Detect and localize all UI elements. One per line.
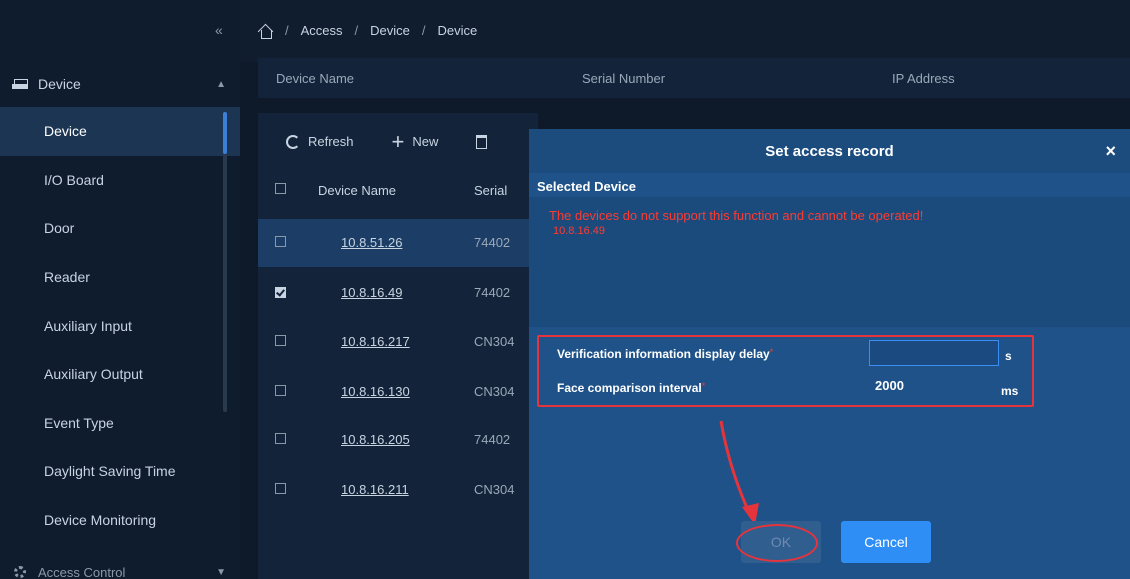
table-toolbar: Refresh + New bbox=[286, 128, 488, 154]
chevron-up-icon: ▲ bbox=[216, 78, 226, 90]
new-button[interactable]: + New bbox=[391, 128, 439, 154]
sidebar-item-device[interactable]: Device bbox=[0, 107, 240, 156]
sidebar-item-auxiliary-input[interactable]: Auxiliary Input bbox=[0, 301, 240, 350]
face-interval-value[interactable]: 2000 bbox=[875, 378, 904, 393]
error-device-ip: 10.8.16.49 bbox=[553, 225, 605, 237]
set-access-record-dialog: Set access record × Selected Device The … bbox=[529, 129, 1130, 579]
sidebar-item-reader[interactable]: Reader bbox=[0, 253, 240, 302]
gear-icon bbox=[14, 566, 26, 578]
serial-cell: 74402 bbox=[474, 432, 511, 447]
interval-label-text: Face comparison interval bbox=[557, 381, 702, 395]
interval-field-label: Face comparison interval* bbox=[557, 381, 705, 395]
table-row[interactable]: 10.8.16.211 CN304 bbox=[258, 466, 538, 514]
breadcrumb-item-access[interactable]: Access bbox=[301, 23, 343, 38]
scrollbar-thumb[interactable] bbox=[223, 112, 227, 154]
device-name-link[interactable]: 10.8.51.26 bbox=[341, 235, 402, 250]
table-row[interactable]: 10.8.16.217 CN304 bbox=[258, 318, 538, 366]
breadcrumb: / Access / Device / Device bbox=[258, 23, 478, 39]
breadcrumb-separator: / bbox=[354, 23, 359, 38]
device-name-link[interactable]: 10.8.16.211 bbox=[341, 482, 409, 497]
refresh-button[interactable]: Refresh bbox=[286, 134, 354, 149]
sidebar-group-label: Device bbox=[38, 76, 81, 92]
column-device-name[interactable]: Device Name bbox=[318, 183, 396, 198]
sidebar-nav: Device I/O Board Door Reader Auxiliary I… bbox=[0, 107, 240, 544]
sidebar-group2-label: Access Control bbox=[38, 564, 126, 579]
row-checkbox[interactable] bbox=[275, 335, 286, 346]
row-checkbox[interactable] bbox=[275, 483, 286, 494]
refresh-icon bbox=[286, 134, 300, 149]
table-row[interactable]: 10.8.16.130 CN304 bbox=[258, 368, 538, 416]
sidebar-item-device-monitoring[interactable]: Device Monitoring bbox=[0, 496, 240, 545]
table-row[interactable]: 10.8.16.205 74402 bbox=[258, 416, 538, 464]
serial-cell: CN304 bbox=[474, 384, 515, 399]
delay-unit: s bbox=[1005, 349, 1012, 363]
device-name-link[interactable]: 10.8.16.217 bbox=[341, 334, 410, 349]
required-mark: * bbox=[769, 347, 774, 357]
plus-icon: + bbox=[391, 128, 405, 154]
row-checkbox[interactable] bbox=[275, 287, 286, 298]
sidebar-item-auxiliary-output[interactable]: Auxiliary Output bbox=[0, 350, 240, 399]
header-ip-address: IP Address bbox=[892, 70, 955, 86]
header-device-name: Device Name bbox=[276, 70, 355, 86]
serial-cell: CN304 bbox=[474, 334, 515, 349]
required-mark: * bbox=[701, 381, 706, 391]
select-all-checkbox[interactable] bbox=[275, 183, 286, 194]
breadcrumb-separator: / bbox=[285, 23, 289, 38]
breadcrumb-item-device[interactable]: Device bbox=[370, 23, 410, 38]
header-serial-number: Serial Number bbox=[582, 70, 666, 86]
trash-icon bbox=[476, 134, 488, 149]
refresh-label: Refresh bbox=[308, 134, 354, 149]
sidebar: « Device ▲ Device I/O Board Door Reader … bbox=[0, 0, 240, 579]
sidebar-group-device[interactable]: Device ▲ bbox=[0, 66, 240, 102]
serial-cell: 74402 bbox=[474, 235, 511, 250]
breadcrumb-separator: / bbox=[421, 23, 426, 38]
delay-label-text: Verification information display delay bbox=[557, 347, 770, 361]
device-icon bbox=[12, 79, 28, 89]
row-checkbox[interactable] bbox=[275, 236, 286, 247]
selected-device-label: Selected Device bbox=[537, 179, 637, 194]
device-name-link[interactable]: 10.8.16.205 bbox=[341, 432, 410, 447]
delete-button[interactable] bbox=[476, 134, 488, 149]
sidebar-group-access-control[interactable]: Access Control ▼ bbox=[0, 562, 240, 579]
row-checkbox[interactable] bbox=[275, 433, 286, 444]
sidebar-scrollbar[interactable] bbox=[223, 112, 227, 412]
error-message: The devices do not support this function… bbox=[549, 208, 924, 223]
column-serial[interactable]: Serial bbox=[474, 183, 507, 198]
sidebar-item-daylight-saving-time[interactable]: Daylight Saving Time bbox=[0, 447, 240, 496]
new-label: New bbox=[412, 134, 439, 149]
annotation-circle bbox=[736, 524, 818, 562]
table-row[interactable]: 10.8.51.26 74402 bbox=[258, 219, 538, 267]
search-header: Device Name Serial Number IP Address bbox=[258, 58, 1130, 98]
sidebar-item-io-board[interactable]: I/O Board bbox=[0, 156, 240, 205]
sidebar-item-door[interactable]: Door bbox=[0, 204, 240, 253]
device-name-link[interactable]: 10.8.16.49 bbox=[341, 285, 402, 300]
collapse-sidebar-icon[interactable]: « bbox=[215, 22, 223, 38]
chevron-down-icon: ▼ bbox=[216, 566, 226, 578]
display-delay-input[interactable] bbox=[869, 340, 999, 366]
home-icon[interactable] bbox=[258, 24, 273, 39]
row-checkbox[interactable] bbox=[275, 385, 286, 396]
interval-unit: ms bbox=[1001, 384, 1019, 398]
table-row[interactable]: 10.8.16.49 74402 bbox=[258, 269, 538, 317]
close-icon[interactable]: × bbox=[1105, 141, 1116, 162]
delay-field-label: Verification information display delay* bbox=[557, 347, 773, 361]
breadcrumb-item-device-current: Device bbox=[437, 23, 478, 38]
serial-cell: 74402 bbox=[474, 285, 511, 300]
serial-cell: CN304 bbox=[474, 482, 515, 497]
cancel-button[interactable]: Cancel bbox=[841, 521, 931, 563]
device-name-link[interactable]: 10.8.16.130 bbox=[341, 384, 410, 399]
dialog-title: Set access record bbox=[529, 129, 1130, 173]
table-header: Device Name Serial bbox=[258, 168, 538, 212]
selected-device-panel: The devices do not support this function… bbox=[529, 197, 1130, 327]
sidebar-item-event-type[interactable]: Event Type bbox=[0, 399, 240, 448]
